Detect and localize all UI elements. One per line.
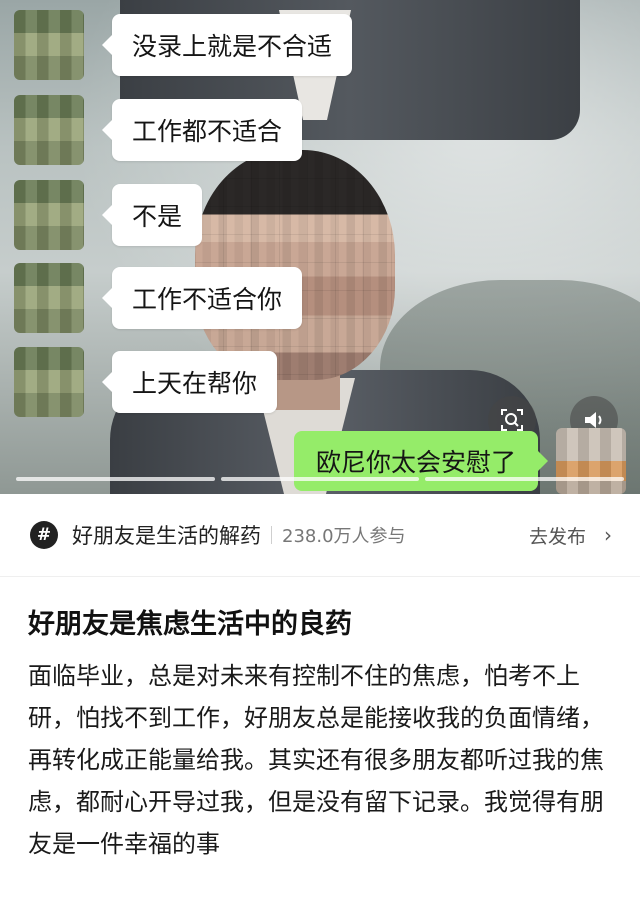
my-avatar[interactable] [556, 428, 626, 494]
topic-bar[interactable]: # 好朋友是生活的解药 238.0万人参与 去发布 › [0, 494, 640, 577]
topic-name[interactable]: 好朋友是生活的解药 [72, 520, 261, 550]
carousel-progress [16, 477, 625, 481]
progress-segment[interactable] [16, 477, 215, 481]
publish-button[interactable]: 去发布 [529, 522, 586, 549]
chat-row: 上天在帮你 [14, 347, 278, 417]
progress-segment[interactable] [425, 477, 625, 481]
avatar[interactable] [14, 95, 84, 165]
post-image[interactable]: 没录上就是不合适 工作都不适合 不是 工作不适合你 上天在帮你 欧尼你太会安慰了 [0, 0, 640, 494]
chat-row: 不是 [14, 180, 203, 250]
post-title: 好朋友是焦虑生活中的良药 [28, 609, 352, 640]
my-chat-bubble: 欧尼你太会安慰了 [293, 431, 549, 491]
avatar[interactable] [14, 347, 84, 417]
topic-divider [271, 526, 272, 544]
chevron-right-icon[interactable]: › [604, 523, 612, 547]
avatar[interactable] [14, 180, 84, 250]
topic-participant-count: 238.0万人参与 [282, 526, 406, 547]
chat-row: 工作不适合你 [14, 263, 303, 333]
avatar[interactable] [14, 263, 84, 333]
chat-bubble: 工作不适合你 [101, 267, 303, 329]
my-chat-row: 欧尼你太会安慰了 [293, 428, 626, 494]
hash-icon: # [30, 521, 58, 549]
progress-segment[interactable] [220, 477, 420, 481]
chat-bubble: 上天在帮你 [101, 351, 278, 413]
chat-row: 没录上就是不合适 [14, 10, 353, 80]
chat-bubble: 不是 [101, 184, 203, 246]
avatar[interactable] [14, 10, 84, 80]
chat-bubble: 工作都不适合 [101, 99, 303, 161]
chat-bubble: 没录上就是不合适 [101, 14, 353, 76]
post-body: 面临毕业，总是对未来有控制不住的焦虑，怕考不上研，怕找不到工作，好朋友总是能接收… [28, 662, 604, 858]
chat-row: 工作都不适合 [14, 95, 303, 165]
